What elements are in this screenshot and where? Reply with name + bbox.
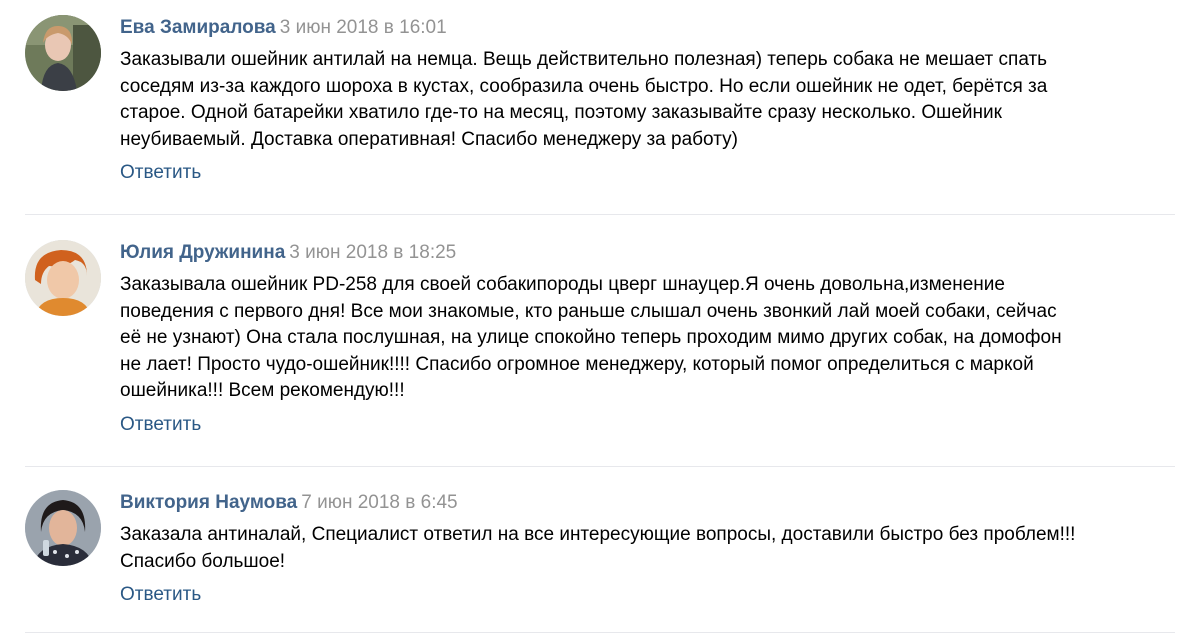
comment-text: Заказывали ошейник антилай на немца. Вещ… (120, 49, 1048, 150)
comment-date[interactable]: 3 июн 2018 в 16:01 (280, 17, 447, 38)
avatar[interactable] (25, 240, 101, 316)
comment-text: Заказала антиналай, Специалист ответил н… (120, 524, 1076, 572)
divider (25, 214, 1175, 215)
reply-button[interactable]: Ответить (120, 412, 201, 438)
reply-button[interactable]: Ответить (120, 160, 201, 186)
avatar[interactable] (25, 15, 101, 91)
comment-date[interactable]: 3 июн 2018 в 18:25 (289, 242, 456, 263)
comment-text: Заказывала ошейник PD-258 для своей соба… (120, 274, 1062, 401)
divider (25, 466, 1175, 467)
comment-date[interactable]: 7 июн 2018 в 6:45 (301, 492, 457, 513)
reply-button[interactable]: Ответить (120, 582, 201, 608)
comment-author[interactable]: Виктория Наумова (120, 492, 297, 513)
comment-author[interactable]: Юлия Дружинина (120, 242, 285, 263)
comments-list: Ева Замиралова 3 июн 2018 в 16:01 Заказыв… (0, 0, 1200, 638)
avatar[interactable] (25, 490, 101, 566)
divider (25, 632, 1175, 633)
comment-author[interactable]: Ева Замиралова (120, 17, 276, 38)
